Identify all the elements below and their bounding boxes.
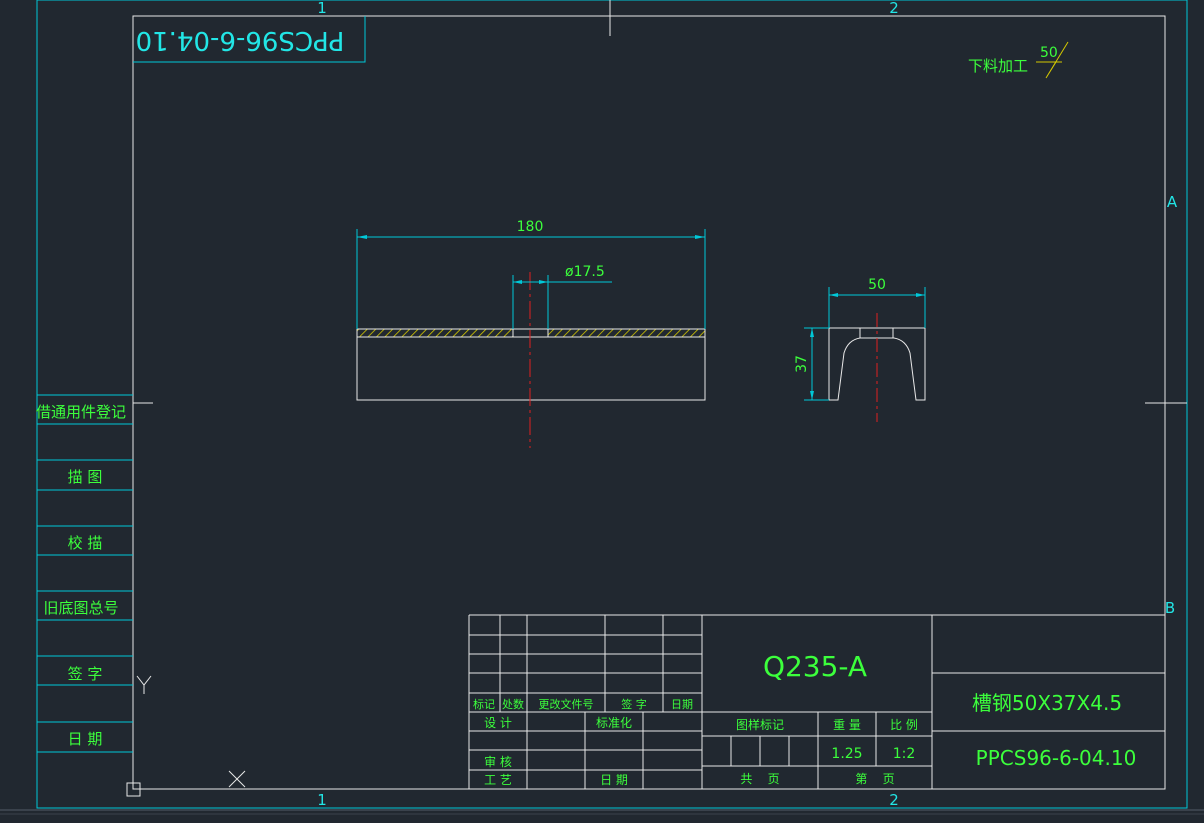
dimension-height: 37 (794, 355, 810, 373)
front-view-flange-right (547, 328, 706, 338)
date-label: 日 期 (600, 773, 628, 787)
dimension-length: 180 (517, 219, 544, 235)
left-panel-item: 借通用件登记 (36, 403, 126, 421)
rev-header: 日期 (671, 698, 693, 711)
grid-top-1: 1 (317, 0, 327, 17)
surface-finish-note: 下料加工 50 (968, 41, 1069, 79)
material-text: Q235-A (763, 650, 867, 683)
process-label: 工 艺 (484, 773, 512, 787)
surface-finish-value: 50 (1040, 45, 1058, 61)
side-view[interactable]: 50 37 (794, 277, 926, 422)
title-block: 标记 处数 更改文件号 签 字 日期 设 计 标准化 审 核 工 艺 日 期 Q… (468, 614, 1165, 789)
dimension-hole: ø17.5 (565, 264, 605, 280)
stage-mark-label: 图样标记 (736, 717, 784, 732)
sheet-number-label: 第 页 (855, 772, 894, 786)
left-panel-item: 描 图 (68, 468, 103, 486)
left-panel-item: 校 描 (68, 534, 103, 552)
weight-label: 重 量 (833, 718, 861, 732)
part-name: 槽钢50X37X4.5 (972, 691, 1122, 715)
grid-top-2: 2 (889, 0, 899, 17)
mirrored-code-text: PPCS96-6-04.10 (136, 25, 345, 55)
dimension-width: 50 (868, 277, 886, 293)
cad-drawing-canvas[interactable]: 1 2 1 2 A B PPCS96-6-04.10 下料加工 50 180 ø… (0, 0, 1204, 823)
total-sheets-label: 共 页 (740, 772, 779, 786)
grid-labels: 1 2 1 2 A B (317, 0, 1178, 809)
rev-header: 签 字 (621, 697, 647, 711)
left-panel-item: 签 字 (68, 665, 103, 683)
grid-row-b: B (1165, 599, 1175, 617)
ucs-icon (126, 675, 246, 797)
standardize-label: 标准化 (596, 716, 632, 730)
scale-value: 1:2 (893, 746, 916, 762)
front-view-body (356, 336, 706, 401)
left-panel-item: 旧底图总号 (43, 599, 118, 617)
left-panel: 借通用件登记 描 图 校 描 旧底图总号 签 字 日 期 (36, 394, 133, 753)
grid-bottom-2: 2 (889, 791, 899, 809)
grid-bottom-1: 1 (317, 791, 327, 809)
rev-header: 处数 (502, 698, 524, 711)
weight-value: 1.25 (831, 746, 862, 762)
review-label: 审 核 (484, 754, 512, 769)
rev-header: 更改文件号 (539, 697, 594, 711)
rev-header: 标记 (473, 697, 495, 711)
scale-label: 比 例 (890, 718, 918, 732)
front-view-flange-left (356, 328, 514, 338)
front-view[interactable]: 180 ø17.5 (356, 219, 706, 448)
design-label: 设 计 (484, 716, 512, 730)
surface-finish-label: 下料加工 (968, 57, 1028, 75)
left-panel-item: 日 期 (68, 730, 103, 748)
drawing-number: PPCS96-6-04.10 (976, 746, 1137, 770)
mirrored-code-box: PPCS96-6-04.10 (133, 16, 366, 63)
grid-row-a: A (1167, 193, 1178, 211)
